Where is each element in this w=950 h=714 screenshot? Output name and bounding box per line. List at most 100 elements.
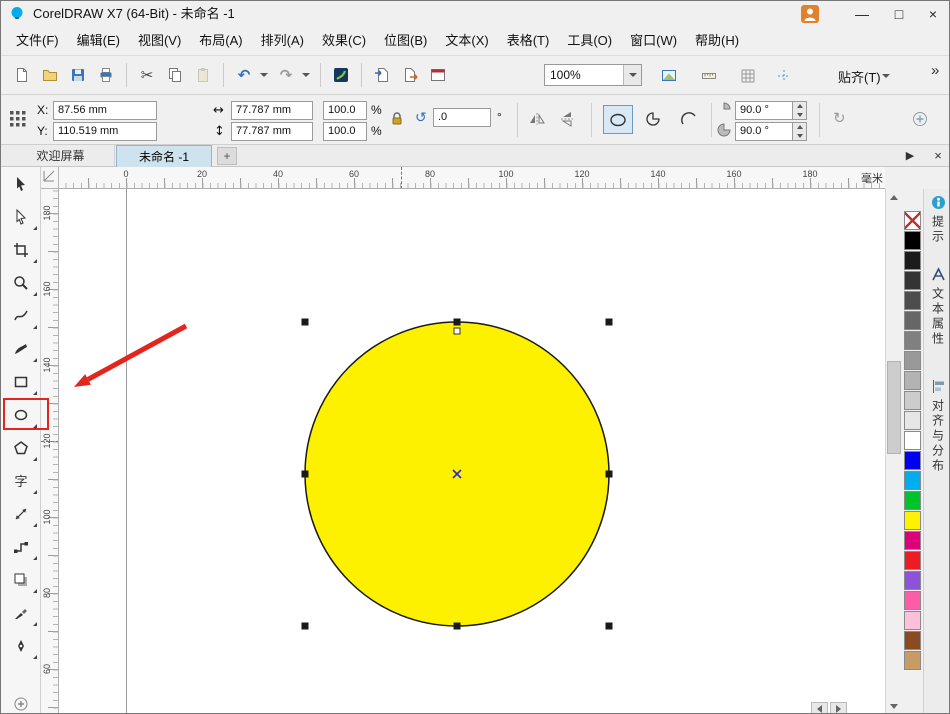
menu-item-window[interactable]: 窗口(W) xyxy=(621,27,686,55)
drawing-canvas[interactable] xyxy=(59,189,885,713)
document-close-icon[interactable]: × xyxy=(929,145,947,167)
docker-tab-text-properties[interactable]: 文本属性 xyxy=(924,267,949,347)
artistic-media-tool[interactable] xyxy=(1,332,40,365)
horizontal-ruler[interactable]: 0 20 40 60 80 100 120 140 160 180 毫米 xyxy=(59,167,885,189)
menu-item-table[interactable]: 表格(T) xyxy=(498,27,559,55)
vertical-ruler[interactable]: 180 160 140 120 100 80 60 xyxy=(41,189,59,713)
new-document-button[interactable] xyxy=(9,62,35,88)
color-swatch[interactable] xyxy=(904,351,921,370)
copy-button[interactable] xyxy=(162,62,188,88)
color-swatch[interactable] xyxy=(904,611,921,630)
color-swatch[interactable] xyxy=(904,331,921,350)
scale-vertical-field[interactable]: 100.0 xyxy=(323,122,367,141)
rectangle-tool[interactable] xyxy=(1,365,40,398)
color-swatch[interactable] xyxy=(904,371,921,390)
selection-handle-middle-right[interactable] xyxy=(605,470,613,478)
tab-welcome-screen[interactable]: 欢迎屏幕 xyxy=(7,145,115,167)
show-grid-button[interactable] xyxy=(735,63,761,89)
mirror-vertical-icon[interactable] xyxy=(555,108,579,130)
menu-item-bitmaps[interactable]: 位图(B) xyxy=(375,27,436,55)
zoom-tool[interactable] xyxy=(1,266,40,299)
selection-handle-top-left[interactable] xyxy=(301,318,309,326)
menu-item-text[interactable]: 文本(X) xyxy=(436,27,497,55)
ellipse-node[interactable] xyxy=(453,327,461,335)
color-swatch[interactable] xyxy=(904,531,921,550)
color-swatch[interactable] xyxy=(904,271,921,290)
show-guidelines-button[interactable] xyxy=(771,63,797,89)
pie-mode-button[interactable] xyxy=(639,105,667,132)
mirror-horizontal-icon[interactable] xyxy=(525,108,549,130)
object-width-field[interactable]: 77.787 mm xyxy=(231,101,313,120)
ruler-origin-corner[interactable] xyxy=(41,167,59,189)
close-button[interactable]: × xyxy=(917,3,949,25)
eyedropper-tool[interactable] xyxy=(1,596,40,629)
more-tools-button[interactable] xyxy=(1,687,40,713)
docker-tab-align-distribute[interactable]: 对齐与分布 xyxy=(924,379,949,474)
selection-handle-bottom-left[interactable] xyxy=(301,622,309,630)
zoom-level-combobox[interactable]: 100% xyxy=(544,64,642,86)
ellipse-mode-button[interactable] xyxy=(603,105,633,134)
lock-ratio-icon[interactable] xyxy=(387,108,407,130)
arc-mode-button[interactable] xyxy=(675,105,703,132)
freehand-tool[interactable] xyxy=(1,299,40,332)
undo-icon[interactable]: ↶ xyxy=(231,62,257,88)
redo-dropdown-icon[interactable] xyxy=(302,73,310,77)
text-tool[interactable]: 字 xyxy=(1,464,40,497)
show-rulers-button[interactable] xyxy=(696,63,722,89)
y-position-field[interactable]: 110.519 mm xyxy=(53,122,157,141)
pick-tool[interactable] xyxy=(1,167,40,200)
color-swatch[interactable] xyxy=(904,391,921,410)
save-button[interactable] xyxy=(65,62,91,88)
cut-icon[interactable]: ✂ xyxy=(134,62,160,88)
color-swatch[interactable] xyxy=(904,291,921,310)
quick-customize-icon[interactable] xyxy=(909,108,931,130)
crop-tool[interactable] xyxy=(1,233,40,266)
polygon-tool[interactable] xyxy=(1,431,40,464)
selection-handle-bottom-center[interactable] xyxy=(453,622,461,630)
color-swatch[interactable] xyxy=(904,471,921,490)
color-swatch[interactable] xyxy=(904,571,921,590)
selection-handle-bottom-right[interactable] xyxy=(605,622,613,630)
selection-handle-top-right[interactable] xyxy=(605,318,613,326)
shape-tool[interactable] xyxy=(1,200,40,233)
open-button[interactable] xyxy=(37,62,63,88)
color-swatch[interactable] xyxy=(904,411,921,430)
vertical-scrollbar-thumb[interactable] xyxy=(887,361,901,454)
search-content-button[interactable] xyxy=(328,62,354,88)
menu-item-tools[interactable]: 工具(O) xyxy=(558,27,621,55)
scroll-right-icon[interactable] xyxy=(830,702,847,713)
scale-horizontal-field[interactable]: 100.0 xyxy=(323,101,367,120)
publish-pdf-button[interactable] xyxy=(425,62,451,88)
paste-button[interactable] xyxy=(190,62,216,88)
object-height-field[interactable]: 77.787 mm xyxy=(231,122,313,141)
tab-scroll-right-icon[interactable]: ▶ xyxy=(901,145,919,167)
menu-item-arrange[interactable]: 排列(A) xyxy=(252,27,313,55)
color-swatch[interactable] xyxy=(904,251,921,270)
color-swatch[interactable] xyxy=(904,431,921,450)
outline-pen-tool[interactable] xyxy=(1,629,40,662)
menu-item-help[interactable]: 帮助(H) xyxy=(686,27,748,55)
color-swatch[interactable] xyxy=(904,591,921,610)
minimize-button[interactable]: — xyxy=(846,3,878,25)
color-swatch[interactable] xyxy=(904,631,921,650)
start-angle-spinner[interactable] xyxy=(793,101,807,120)
export-button[interactable] xyxy=(397,62,423,88)
color-swatch[interactable] xyxy=(904,511,921,530)
scroll-up-icon[interactable] xyxy=(886,189,902,206)
end-angle-field[interactable]: 90.0 ° xyxy=(735,122,793,141)
color-swatch[interactable] xyxy=(904,311,921,330)
tab-untitled-document[interactable]: 未命名 -1 xyxy=(116,145,212,167)
change-direction-icon[interactable]: ↻ xyxy=(833,109,846,128)
print-button[interactable] xyxy=(93,62,119,88)
color-swatch[interactable] xyxy=(904,551,921,570)
import-button[interactable] xyxy=(369,62,395,88)
menu-item-edit[interactable]: 编辑(E) xyxy=(68,27,129,55)
no-color-swatch[interactable] xyxy=(904,211,921,230)
x-position-field[interactable]: 87.56 mm xyxy=(53,101,157,120)
selection-handle-top-center[interactable] xyxy=(453,318,461,326)
color-swatch[interactable] xyxy=(904,451,921,470)
undo-dropdown-icon[interactable] xyxy=(260,73,268,77)
toolbar-overflow-button[interactable]: » xyxy=(931,62,939,79)
maximize-button[interactable]: □ xyxy=(883,3,915,25)
end-angle-spinner[interactable] xyxy=(793,122,807,141)
